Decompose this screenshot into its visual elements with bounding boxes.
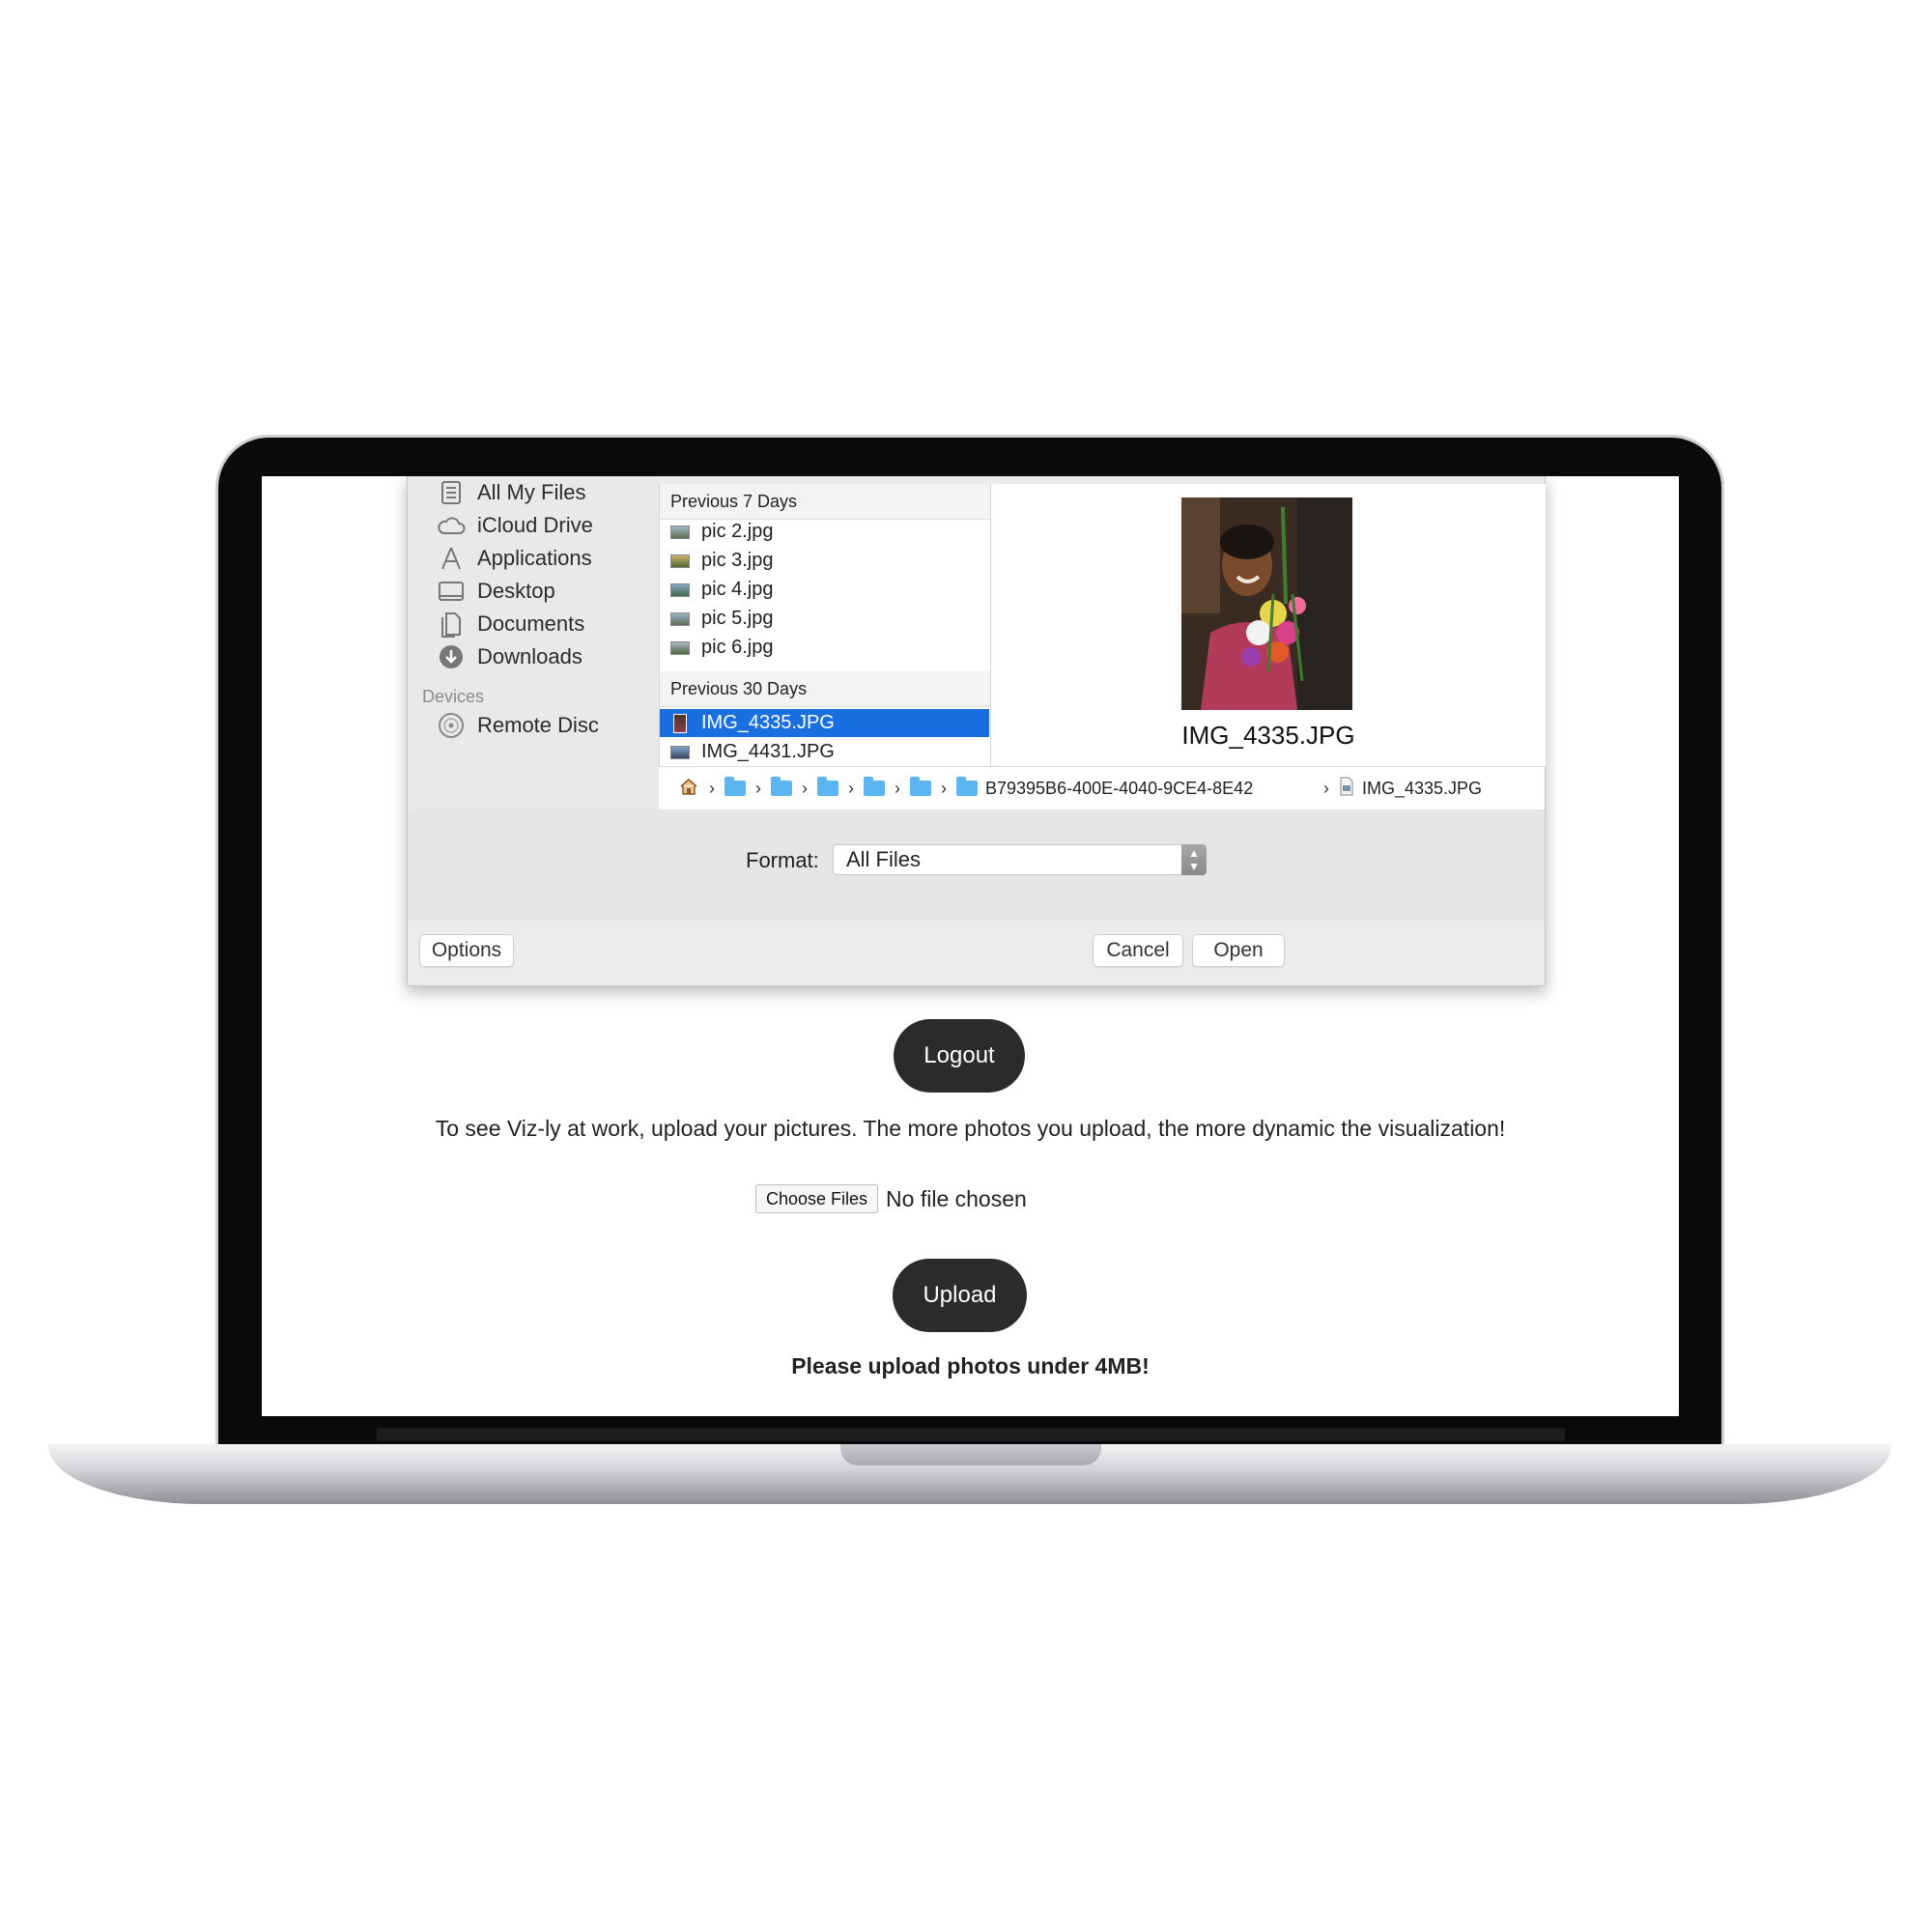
sidebar-item-icloud-drive[interactable]: iCloud Drive xyxy=(437,509,593,542)
format-label: Format: xyxy=(746,848,819,872)
documents-icon xyxy=(437,610,466,639)
folder-icon[interactable] xyxy=(817,777,838,796)
path-separator-icon: › xyxy=(755,778,761,798)
format-value: All Files xyxy=(846,847,922,871)
select-stepper-icon: ▲ ▼ xyxy=(1181,844,1207,875)
options-button[interactable]: Options xyxy=(419,934,514,967)
file-row-pic-6[interactable]: pic 6.jpg xyxy=(660,634,989,662)
folder-icon[interactable] xyxy=(771,777,792,796)
sidebar-item-label: Downloads xyxy=(477,644,582,668)
laptop-hinge xyxy=(377,1428,1565,1441)
path-separator-icon: › xyxy=(941,778,947,798)
path-separator-icon: › xyxy=(802,778,808,798)
file-row-img-4335[interactable]: IMG_4335.JPG xyxy=(660,709,989,737)
image-thumbnail-icon xyxy=(670,525,690,539)
sidebar-item-applications[interactable]: Applications xyxy=(437,542,592,575)
image-thumbnail-icon xyxy=(673,713,687,733)
file-name: IMG_4335.JPG xyxy=(701,712,835,733)
group-heading-previous-7-days: Previous 7 Days xyxy=(660,484,991,520)
preview-pane: IMG_4335.JPG xyxy=(990,484,1546,766)
image-thumbnail-icon xyxy=(670,745,690,759)
folder-icon[interactable] xyxy=(910,777,931,796)
upload-button[interactable]: Upload xyxy=(893,1259,1027,1332)
disc-icon xyxy=(437,711,466,740)
file-name: pic 2.jpg xyxy=(701,521,774,542)
screen: All My Files iCloud Drive Applications D… xyxy=(262,476,1679,1416)
file-name: pic 3.jpg xyxy=(701,550,774,571)
file-open-dialog: All My Files iCloud Drive Applications D… xyxy=(407,476,1546,986)
sidebar-item-all-my-files[interactable]: All My Files xyxy=(437,476,585,509)
path-segment-long-folder[interactable]: B79395B6-400E-4040-9CE4-8E42 xyxy=(985,779,1314,799)
file-name: pic 6.jpg xyxy=(701,637,774,658)
sidebar-item-label: Applications xyxy=(477,546,592,570)
sidebar-item-downloads[interactable]: Downloads xyxy=(437,640,582,673)
desktop-icon xyxy=(437,577,466,606)
path-separator-icon: › xyxy=(1323,778,1329,798)
folder-icon[interactable] xyxy=(864,777,885,796)
document-icon xyxy=(1339,776,1354,801)
file-name: IMG_4431.JPG xyxy=(701,741,835,762)
group-heading-previous-30-days: Previous 30 Days xyxy=(660,671,991,707)
size-note: Please upload photos under 4MB! xyxy=(791,1353,1150,1378)
file-list: Previous 7 Days pic 2.jpg pic 3.jpg pic … xyxy=(659,484,991,766)
cancel-button[interactable]: Cancel xyxy=(1093,934,1183,967)
image-thumbnail-icon xyxy=(670,582,690,597)
laptop-notch xyxy=(840,1444,1101,1465)
downloads-icon xyxy=(437,642,466,671)
folder-icon[interactable] xyxy=(956,777,978,796)
file-row-pic-3[interactable]: pic 3.jpg xyxy=(660,547,989,575)
choose-files-button[interactable]: Choose Files xyxy=(755,1184,879,1213)
sidebar-item-label: Documents xyxy=(477,611,585,636)
sidebar-item-label: iCloud Drive xyxy=(477,513,593,537)
logout-button[interactable]: Logout xyxy=(894,1019,1025,1093)
sidebar-item-documents[interactable]: Documents xyxy=(437,608,584,640)
file-row-pic-5[interactable]: pic 5.jpg xyxy=(660,605,989,633)
format-area: Format: All Files ▲ ▼ xyxy=(408,810,1545,921)
image-thumbnail-icon xyxy=(670,640,690,655)
sidebar-item-label: All My Files xyxy=(477,480,586,504)
applications-icon xyxy=(437,544,466,573)
path-separator-icon: › xyxy=(895,778,900,798)
image-thumbnail-icon xyxy=(670,611,690,626)
path-segment-file[interactable]: IMG_4335.JPG xyxy=(1362,779,1482,799)
path-separator-icon: › xyxy=(848,778,854,798)
devices-heading: Devices xyxy=(422,687,485,706)
preview-filename: IMG_4335.JPG xyxy=(1181,721,1355,750)
file-row-img-4431[interactable]: IMG_4431.JPG xyxy=(660,738,989,766)
sidebar-item-remote-disc[interactable]: Remote Disc xyxy=(437,709,599,742)
home-icon[interactable] xyxy=(678,777,699,801)
open-button[interactable]: Open xyxy=(1192,934,1285,967)
preview-photo xyxy=(1181,497,1352,710)
path-separator-icon: › xyxy=(709,778,715,798)
file-row-pic-2[interactable]: pic 2.jpg xyxy=(660,518,989,546)
dialog-button-row: Options Cancel Open xyxy=(408,921,1545,985)
sidebar-item-desktop[interactable]: Desktop xyxy=(437,575,555,608)
file-name: pic 5.jpg xyxy=(701,608,774,629)
all-files-icon xyxy=(437,478,466,507)
file-input: Choose Files No file chosen xyxy=(755,1184,1027,1213)
file-name: pic 4.jpg xyxy=(701,579,774,600)
no-file-chosen-text: No file chosen xyxy=(886,1185,1027,1211)
sidebar-item-label: Remote Disc xyxy=(477,713,599,737)
cloud-icon xyxy=(437,511,466,540)
sidebar-item-label: Desktop xyxy=(477,579,555,603)
intro-text: To see Viz-ly at work, upload your pictu… xyxy=(435,1116,1506,1141)
image-thumbnail-icon xyxy=(670,554,690,568)
file-row-pic-4[interactable]: pic 4.jpg xyxy=(660,576,989,604)
format-select[interactable]: All Files ▲ ▼ xyxy=(833,844,1207,875)
dialog-sidebar: All My Files iCloud Drive Applications D… xyxy=(408,476,659,810)
folder-icon[interactable] xyxy=(724,777,746,796)
path-bar: › › › › › › B79395B6-400E-4040-9CE4-8E42… xyxy=(659,766,1545,810)
